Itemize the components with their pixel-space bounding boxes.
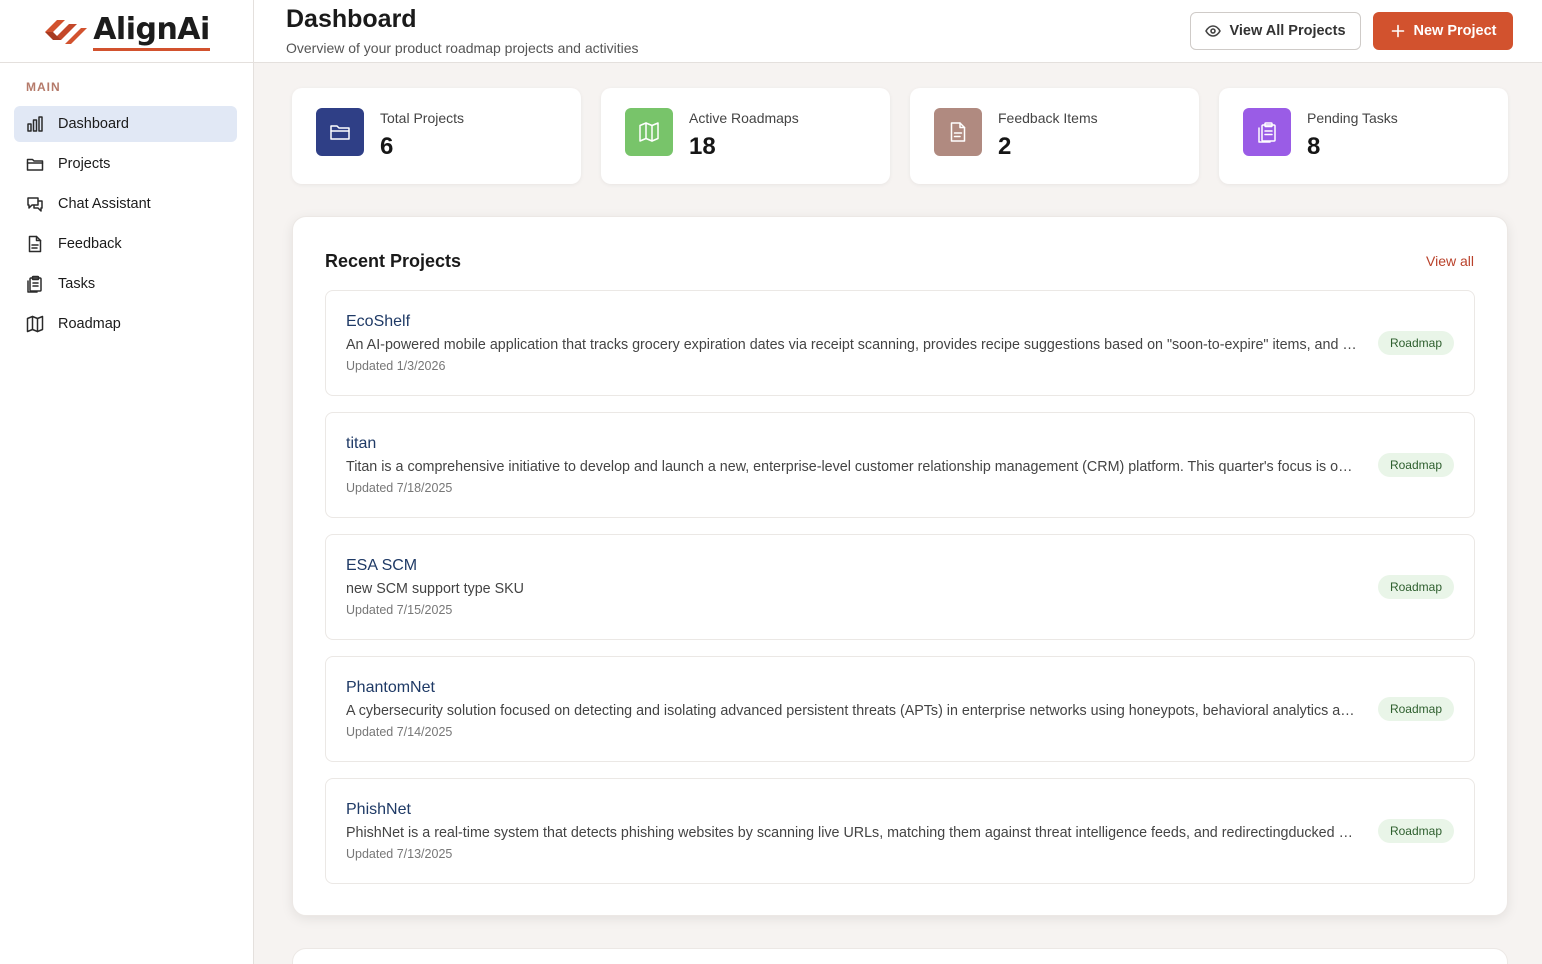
clipboard-icon — [1258, 122, 1276, 143]
stat-label: Active Roadmaps — [689, 110, 799, 126]
project-card-esa-scm[interactable]: ESA SCM new SCM support type SKU Updated… — [325, 534, 1475, 640]
page-title: Dashboard — [286, 5, 417, 33]
next-panel-edge — [292, 948, 1508, 964]
project-type-badge: Roadmap — [1377, 697, 1454, 721]
sidebar-item-dashboard[interactable]: Dashboard — [14, 106, 237, 142]
project-description: new SCM support type SKU — [346, 581, 524, 597]
stat-label: Pending Tasks — [1307, 110, 1398, 126]
stat-card-active-roadmaps[interactable]: Active Roadmaps 18 — [601, 88, 890, 184]
brand-name: AlignAi — [93, 12, 210, 51]
sidebar-item-projects[interactable]: Projects — [14, 146, 237, 182]
page-subtitle: Overview of your product roadmap project… — [286, 40, 639, 56]
project-name: EcoShelf — [346, 313, 411, 330]
project-card-phishnet[interactable]: PhishNet PhishNet is a real-time system … — [325, 778, 1475, 884]
brand-logo[interactable]: AlignAi — [0, 0, 253, 63]
new-project-label: New Project — [1413, 23, 1497, 39]
stat-icon-box — [625, 108, 673, 156]
sidebar-item-label: Tasks — [58, 276, 96, 292]
stat-card-total-projects[interactable]: Total Projects 6 — [292, 88, 581, 184]
project-name: titan — [346, 435, 377, 452]
sidebar-item-label: Feedback — [58, 236, 122, 252]
project-name: PhishNet — [346, 801, 411, 818]
project-updated: Updated 7/14/2025 — [346, 725, 453, 739]
project-updated: Updated 1/3/2026 — [346, 359, 446, 373]
project-description: An AI-powered mobile application that tr… — [346, 337, 1359, 353]
stat-label: Total Projects — [380, 110, 465, 126]
project-type-badge: Roadmap — [1377, 575, 1454, 599]
logo-mark-icon — [43, 14, 89, 48]
project-type-badge: Roadmap — [1377, 453, 1454, 477]
project-card-titan[interactable]: titan Titan is a comprehensive initiativ… — [325, 412, 1475, 518]
project-description: Titan is a comprehensive initiative to d… — [346, 459, 1359, 475]
project-type-badge: Roadmap — [1377, 331, 1454, 355]
stat-value: 2 — [998, 133, 1012, 160]
view-all-projects-button[interactable]: View All Projects — [1190, 12, 1361, 50]
project-description: A cybersecurity solution focused on dete… — [346, 703, 1359, 719]
map-icon — [26, 315, 44, 333]
project-card-phantomnet[interactable]: PhantomNet A cybersecurity solution focu… — [325, 656, 1475, 762]
stat-value: 18 — [689, 133, 716, 160]
sidebar-nav: Dashboard Projects Chat Assistant Feedba… — [0, 106, 253, 342]
recent-projects-panel: Recent Projects View all EcoShelf An AI-… — [292, 216, 1508, 916]
project-description: PhishNet is a real-time system that dete… — [346, 825, 1359, 841]
recent-projects-title: Recent Projects — [325, 251, 462, 271]
project-type-badge: Roadmap — [1377, 819, 1454, 843]
stat-card-pending-tasks[interactable]: Pending Tasks 8 — [1219, 88, 1508, 184]
new-project-button[interactable]: New Project — [1373, 12, 1513, 50]
sidebar-item-label: Dashboard — [58, 116, 129, 132]
project-name: PhantomNet — [346, 679, 435, 696]
document-icon — [950, 122, 966, 142]
sidebar-item-label: Chat Assistant — [58, 196, 151, 212]
sidebar-item-tasks[interactable]: Tasks — [14, 266, 237, 302]
eye-icon — [1205, 25, 1222, 37]
folder-icon — [330, 125, 350, 140]
sidebar-item-feedback[interactable]: Feedback — [14, 226, 237, 262]
map-icon — [639, 122, 659, 142]
stat-value: 6 — [380, 133, 394, 160]
chat-icon — [27, 197, 43, 212]
project-name: ESA SCM — [346, 557, 418, 574]
sidebar-item-label: Roadmap — [58, 316, 121, 332]
view-all-link[interactable]: View all — [1426, 253, 1474, 269]
project-updated: Updated 7/18/2025 — [346, 481, 453, 495]
stat-card-feedback-items[interactable]: Feedback Items 2 — [910, 88, 1199, 184]
page-header: Dashboard Overview of your product roadm… — [254, 0, 1542, 63]
stat-label: Feedback Items — [998, 110, 1098, 126]
sidebar-item-chat-assistant[interactable]: Chat Assistant — [14, 186, 237, 222]
clipboard-icon — [27, 275, 42, 293]
view-all-projects-label: View All Projects — [1229, 23, 1346, 39]
bar-chart-icon — [27, 116, 43, 132]
nav-section-label: MAIN — [26, 80, 61, 94]
sidebar-item-label: Projects — [58, 156, 111, 172]
project-card-ecoshelf[interactable]: EcoShelf An AI-powered mobile applicatio… — [325, 290, 1475, 396]
stat-icon-box — [316, 108, 364, 156]
project-updated: Updated 7/15/2025 — [346, 603, 453, 617]
folder-icon — [26, 158, 44, 171]
plus-icon — [1391, 24, 1404, 38]
sidebar-item-roadmap[interactable]: Roadmap — [14, 306, 237, 342]
document-icon — [28, 235, 42, 253]
stat-value: 8 — [1307, 133, 1321, 160]
project-updated: Updated 7/13/2025 — [346, 847, 453, 861]
stat-icon-box — [934, 108, 982, 156]
sidebar: AlignAi MAIN Dashboard Projects Chat Ass… — [0, 0, 254, 964]
stat-icon-box — [1243, 108, 1291, 156]
